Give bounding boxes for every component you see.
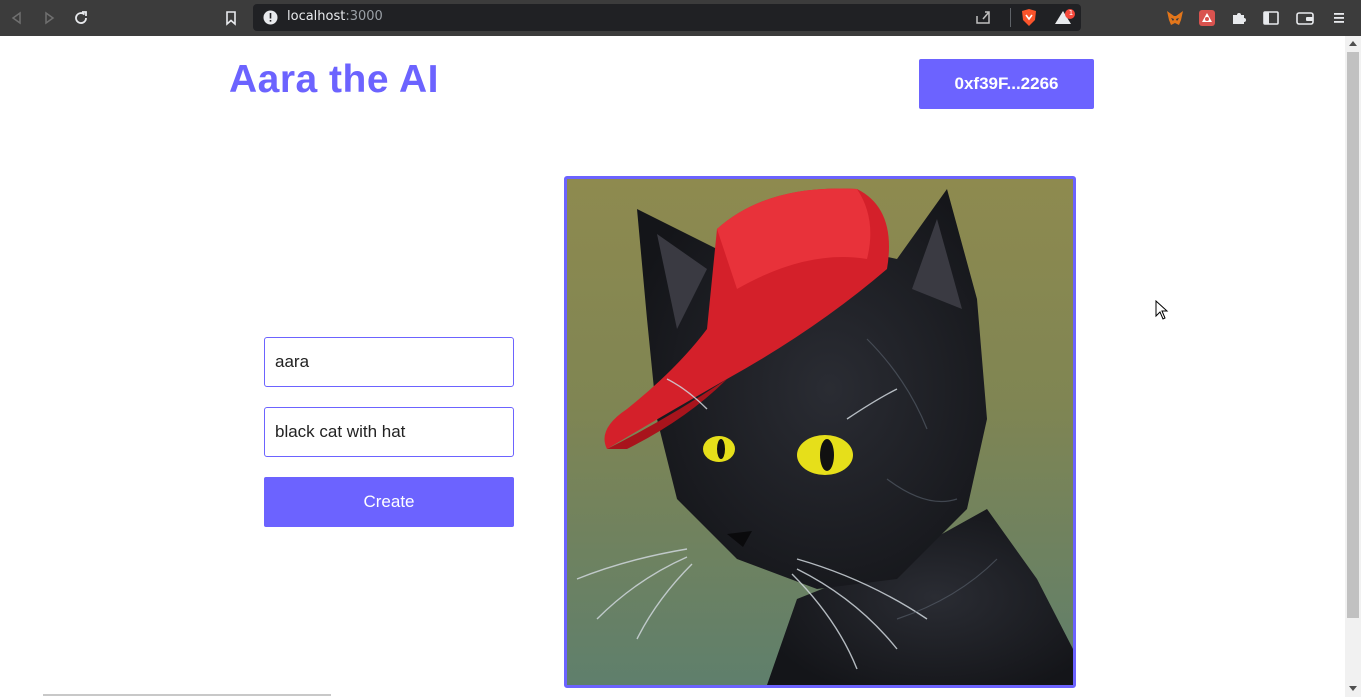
name-input[interactable] xyxy=(264,337,514,387)
toolbar-divider xyxy=(1010,8,1011,27)
create-button[interactable]: Create xyxy=(264,477,514,527)
cat-painting xyxy=(567,179,1073,685)
address-bar[interactable]: localhost:3000 1 xyxy=(253,4,1081,31)
share-icon[interactable] xyxy=(975,9,992,29)
back-arrow-icon[interactable] xyxy=(6,7,28,29)
reload-icon[interactable] xyxy=(70,7,92,29)
puzzle-icon[interactable] xyxy=(1230,9,1248,27)
site-info-icon[interactable] xyxy=(263,10,278,29)
sidebar-icon[interactable] xyxy=(1262,9,1280,27)
url-text[interactable]: localhost:3000 xyxy=(287,9,383,24)
page-scrollbar[interactable] xyxy=(1345,36,1361,697)
notification-badge: 1 xyxy=(1068,9,1074,17)
app-title: Aara the AI xyxy=(229,58,439,101)
url-port: :3000 xyxy=(345,9,383,24)
wallet-icon[interactable] xyxy=(1296,9,1314,27)
page-content: Aara the AI 0xf39F...2266 Create xyxy=(0,36,1345,697)
scroll-down-icon[interactable] xyxy=(1349,686,1357,691)
url-host: localhost xyxy=(287,9,346,24)
bookmark-icon[interactable] xyxy=(220,7,242,29)
scroll-up-icon[interactable] xyxy=(1349,41,1357,46)
loading-bar xyxy=(43,694,331,696)
forward-arrow-icon[interactable] xyxy=(38,7,60,29)
generated-image xyxy=(564,176,1076,688)
hamburger-menu-icon[interactable] xyxy=(1330,9,1348,27)
prompt-input[interactable] xyxy=(264,407,514,457)
mouse-cursor-icon xyxy=(1155,299,1169,324)
metamask-fox-icon[interactable] xyxy=(1166,9,1184,27)
browser-toolbar: localhost:3000 1 xyxy=(0,0,1361,36)
brave-shields-icon[interactable] xyxy=(1020,8,1038,31)
extension-icon[interactable] xyxy=(1198,9,1216,27)
wallet-address-button[interactable]: 0xf39F...2266 xyxy=(919,59,1094,109)
scroll-thumb[interactable] xyxy=(1347,52,1359,618)
